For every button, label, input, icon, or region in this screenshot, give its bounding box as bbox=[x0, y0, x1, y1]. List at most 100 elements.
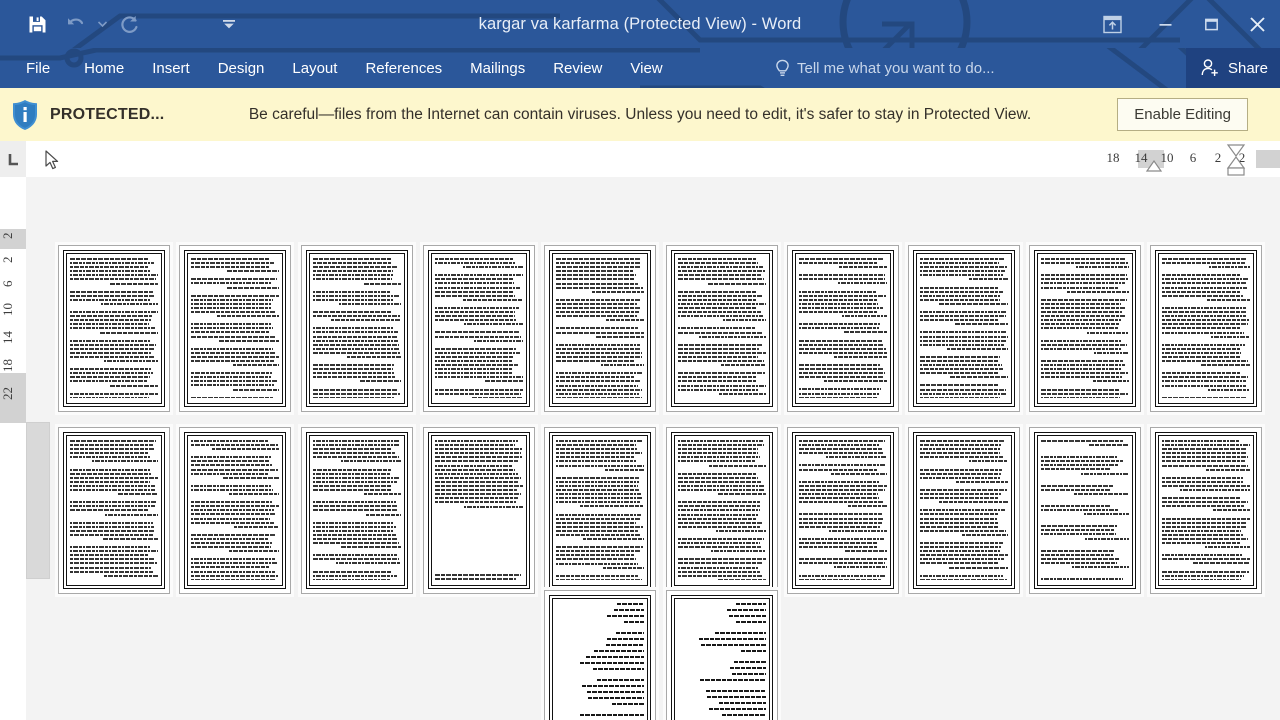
tab-review[interactable]: Review bbox=[539, 48, 616, 88]
first-line-indent-marker[interactable] bbox=[1144, 155, 1164, 175]
text-line bbox=[313, 505, 398, 508]
text-line bbox=[920, 444, 1001, 447]
page-thumbnail[interactable] bbox=[301, 245, 413, 412]
page-thumbnail[interactable] bbox=[666, 427, 778, 594]
page-thumbnail[interactable] bbox=[666, 245, 778, 412]
list-line bbox=[614, 609, 644, 611]
tab-layout[interactable]: Layout bbox=[278, 48, 351, 88]
redo-button[interactable] bbox=[110, 5, 148, 43]
text-line bbox=[313, 372, 394, 375]
text-line bbox=[1041, 306, 1126, 309]
enable-editing-button[interactable]: Enable Editing bbox=[1117, 98, 1248, 131]
text-line bbox=[1041, 343, 1127, 346]
text-line bbox=[70, 456, 151, 459]
text-line bbox=[191, 488, 273, 491]
page-thumbnail[interactable] bbox=[423, 427, 535, 594]
text-line bbox=[191, 521, 274, 524]
page-thumbnail[interactable] bbox=[301, 427, 413, 594]
page-thumbnail[interactable] bbox=[179, 245, 291, 412]
list-line bbox=[708, 708, 766, 710]
text-line bbox=[556, 521, 636, 524]
text-line bbox=[799, 541, 879, 544]
text-line bbox=[678, 270, 766, 273]
text-line bbox=[435, 290, 514, 293]
undo-dropdown-button[interactable] bbox=[94, 5, 110, 43]
text-line bbox=[70, 444, 154, 447]
minimize-button[interactable] bbox=[1142, 0, 1188, 48]
close-button[interactable] bbox=[1234, 0, 1280, 48]
page-thumbnail[interactable] bbox=[908, 245, 1020, 412]
text-line bbox=[463, 323, 523, 326]
text-line bbox=[799, 578, 881, 580]
text-line bbox=[678, 513, 758, 516]
page-thumbnail[interactable] bbox=[666, 590, 778, 720]
page-thumbnail[interactable] bbox=[787, 245, 899, 412]
text-line bbox=[1162, 444, 1250, 447]
text-line bbox=[678, 360, 764, 363]
tab-stop-selector[interactable] bbox=[0, 141, 26, 177]
tab-view[interactable]: View bbox=[616, 48, 676, 88]
text-line bbox=[364, 493, 401, 496]
text-line bbox=[920, 448, 1000, 451]
tell-me-search[interactable]: Tell me what you want to do... bbox=[775, 48, 995, 88]
text-line bbox=[1041, 262, 1129, 265]
text-line bbox=[463, 298, 523, 301]
text-line bbox=[70, 315, 153, 318]
vertical-ruler[interactable]: 2 2 6 10 14 18 22 bbox=[0, 177, 26, 423]
page-thumbnail[interactable] bbox=[787, 427, 899, 594]
page-thumbnail[interactable] bbox=[544, 590, 656, 720]
document-workspace[interactable] bbox=[26, 177, 1280, 720]
text-line bbox=[1162, 574, 1245, 577]
share-button[interactable]: Share bbox=[1185, 48, 1280, 88]
maximize-button[interactable] bbox=[1188, 0, 1234, 48]
tab-insert[interactable]: Insert bbox=[138, 48, 204, 88]
page-thumbnail[interactable] bbox=[1150, 245, 1262, 412]
text-line bbox=[719, 392, 766, 395]
tab-mailings[interactable]: Mailings bbox=[456, 48, 539, 88]
page-thumbnail[interactable] bbox=[544, 245, 656, 412]
customize-qat-button[interactable] bbox=[210, 5, 248, 43]
tab-home[interactable]: Home bbox=[70, 48, 138, 88]
page-thumbnail[interactable] bbox=[58, 427, 170, 594]
ribbon-display-options-button[interactable] bbox=[1082, 0, 1142, 48]
text-line bbox=[825, 456, 887, 459]
page-thumbnail[interactable] bbox=[179, 427, 291, 594]
vruler-num: 14 bbox=[0, 331, 15, 345]
text-line bbox=[191, 468, 278, 471]
text-line bbox=[191, 306, 272, 309]
text-line bbox=[435, 258, 514, 260]
text-line bbox=[556, 484, 638, 487]
undo-button[interactable] bbox=[56, 5, 94, 43]
text-line bbox=[435, 359, 514, 362]
text-line bbox=[1162, 380, 1246, 383]
page-thumbnail[interactable] bbox=[908, 427, 1020, 594]
page-text-body bbox=[1162, 258, 1250, 398]
text-line bbox=[799, 468, 879, 471]
text-line bbox=[799, 363, 880, 366]
tab-file[interactable]: File bbox=[0, 48, 70, 88]
page-thumbnail[interactable] bbox=[1029, 427, 1141, 594]
customize-qat-icon bbox=[223, 19, 235, 28]
page-thumbnail[interactable] bbox=[423, 245, 535, 412]
page-thumbnail[interactable] bbox=[1150, 427, 1262, 594]
page-thumbnail[interactable] bbox=[544, 427, 656, 594]
text-line bbox=[1083, 513, 1129, 516]
tab-design[interactable]: Design bbox=[204, 48, 279, 88]
text-line bbox=[920, 355, 1000, 358]
text-line bbox=[678, 440, 764, 442]
tab-references[interactable]: References bbox=[351, 48, 456, 88]
text-line bbox=[1162, 323, 1248, 326]
text-line bbox=[1162, 376, 1248, 379]
horizontal-ruler[interactable]: 18 14 10 6 2 2 bbox=[26, 141, 1280, 177]
text-line bbox=[70, 298, 151, 301]
page-thumbnail[interactable] bbox=[58, 245, 170, 412]
page-thumbnail[interactable] bbox=[1029, 245, 1141, 412]
text-line bbox=[678, 501, 760, 504]
save-button[interactable] bbox=[18, 5, 56, 43]
text-line bbox=[709, 464, 766, 467]
text-line bbox=[109, 282, 158, 285]
right-indent-marker[interactable] bbox=[1225, 142, 1247, 176]
text-line bbox=[717, 578, 766, 580]
